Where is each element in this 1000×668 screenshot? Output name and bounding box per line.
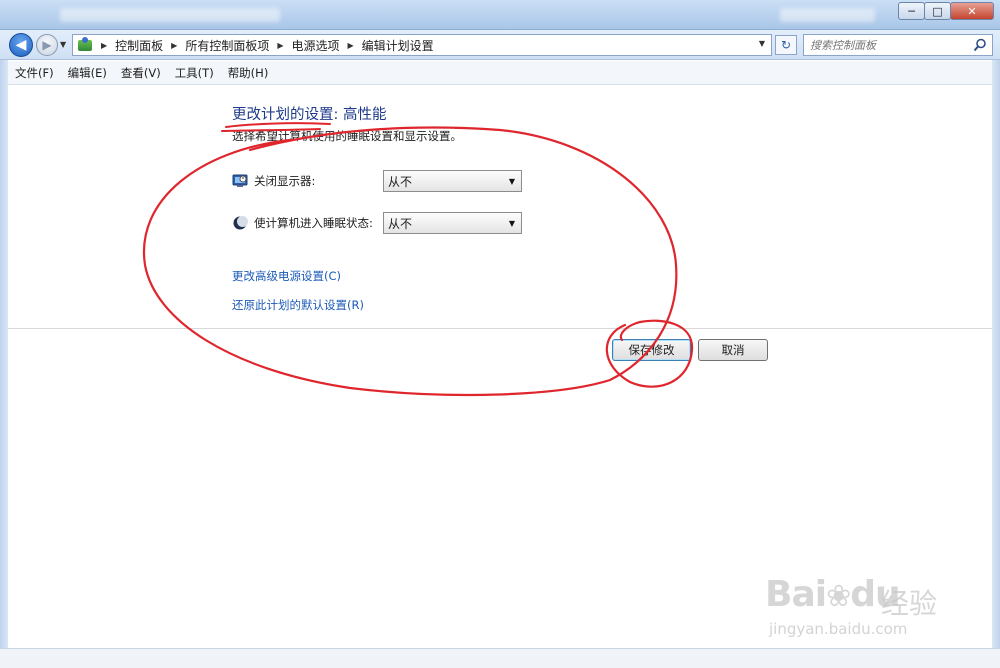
address-bar[interactable]: ▶ 控制面板 ▶ 所有控制面板项 ▶ 电源选项 ▶ 编辑计划设置 ▼ [72, 34, 772, 56]
title-bar: ─ □ ✕ [0, 0, 1000, 30]
breadcrumb-power-options[interactable]: 电源选项 [292, 37, 340, 54]
chevron-down-icon: ▼ [508, 218, 515, 228]
breadcrumb-control-panel[interactable]: 控制面板 [115, 37, 163, 54]
sleep-label: 使计算机进入睡眠状态: [254, 216, 373, 230]
breadcrumb-all-items[interactable]: 所有控制面板项 [185, 37, 269, 54]
sleep-select[interactable]: 从不 ▼ [383, 212, 522, 234]
chevron-down-icon: ▼ [508, 176, 515, 186]
address-toolbar: ◀ ▶ ▼ ▶ 控制面板 ▶ 所有控制面板项 ▶ 电源选项 ▶ 编辑计划设置 ▼… [0, 30, 1000, 60]
setting-row-sleep: 使计算机进入睡眠状态: [232, 212, 373, 234]
chevron-right-icon[interactable]: ▶ [348, 41, 354, 50]
refresh-icon: ↻ [780, 38, 792, 52]
display-off-label: 关闭显示器: [254, 174, 316, 188]
chevron-right-icon[interactable]: ▶ [277, 41, 283, 50]
watermark-url: jingyan.baidu.com [769, 620, 908, 638]
page-subtitle: 选择希望计算机使用的睡眠设置和显示设置。 [232, 129, 462, 143]
blurred-title-area [780, 8, 875, 22]
breadcrumb-edit-plan[interactable]: 编辑计划设置 [362, 37, 434, 54]
search-icon[interactable] [973, 38, 987, 52]
chevron-right-icon[interactable]: ▶ [171, 41, 177, 50]
menu-file[interactable]: 文件(F) [8, 65, 61, 81]
menu-view[interactable]: 查看(V) [114, 65, 168, 81]
sleep-value: 从不 [388, 216, 413, 231]
status-bar [0, 648, 1000, 668]
divider [8, 328, 992, 329]
baidu-watermark: Bai❀du 经验 jingyan.baidu.com [765, 560, 965, 645]
paw-icon: ❀ [826, 579, 851, 614]
save-changes-button[interactable]: 保存修改 [612, 339, 691, 361]
advanced-power-settings-link[interactable]: 更改高级电源设置(C) [232, 268, 341, 284]
menu-edit[interactable]: 编辑(E) [61, 65, 114, 81]
watermark-logo: Bai❀du [765, 574, 901, 615]
maximize-button[interactable]: □ [924, 2, 951, 20]
history-dropdown-icon[interactable]: ▼ [60, 40, 66, 49]
blurred-tab-strip [60, 8, 280, 22]
menu-help[interactable]: 帮助(H) [221, 65, 276, 81]
moon-icon [233, 216, 248, 230]
chevron-right-icon[interactable]: ▶ [101, 41, 107, 50]
display-off-value: 从不 [388, 174, 413, 189]
menu-tools[interactable]: 工具(T) [168, 65, 221, 81]
address-dropdown-icon[interactable]: ▼ [759, 39, 765, 48]
monitor-icon [232, 174, 248, 187]
search-box[interactable] [803, 34, 993, 56]
window-frame-right [992, 60, 1000, 668]
watermark-cn: 经验 [881, 587, 938, 620]
watermark-brand-latin: Bai [765, 574, 827, 615]
minimize-button[interactable]: ─ [898, 2, 925, 20]
forward-arrow-icon: ▶ [42, 38, 52, 52]
cancel-button[interactable]: 取消 [698, 339, 768, 361]
control-panel-icon [77, 37, 93, 53]
back-arrow-icon: ◀ [15, 37, 27, 53]
search-input[interactable] [810, 36, 970, 54]
forward-button[interactable]: ▶ [36, 34, 58, 56]
page-title: 更改计划的设置: 高性能 [232, 107, 387, 123]
setting-row-display: 关闭显示器: [232, 170, 315, 192]
back-button[interactable]: ◀ [9, 33, 33, 57]
window-frame-left [0, 60, 8, 668]
display-off-select[interactable]: 从不 ▼ [383, 170, 522, 192]
close-button[interactable]: ✕ [950, 2, 994, 20]
menu-bar: 文件(F) 编辑(E) 查看(V) 工具(T) 帮助(H) [8, 61, 992, 85]
restore-defaults-link[interactable]: 还原此计划的默认设置(R) [232, 297, 364, 313]
refresh-button[interactable]: ↻ [775, 35, 797, 55]
